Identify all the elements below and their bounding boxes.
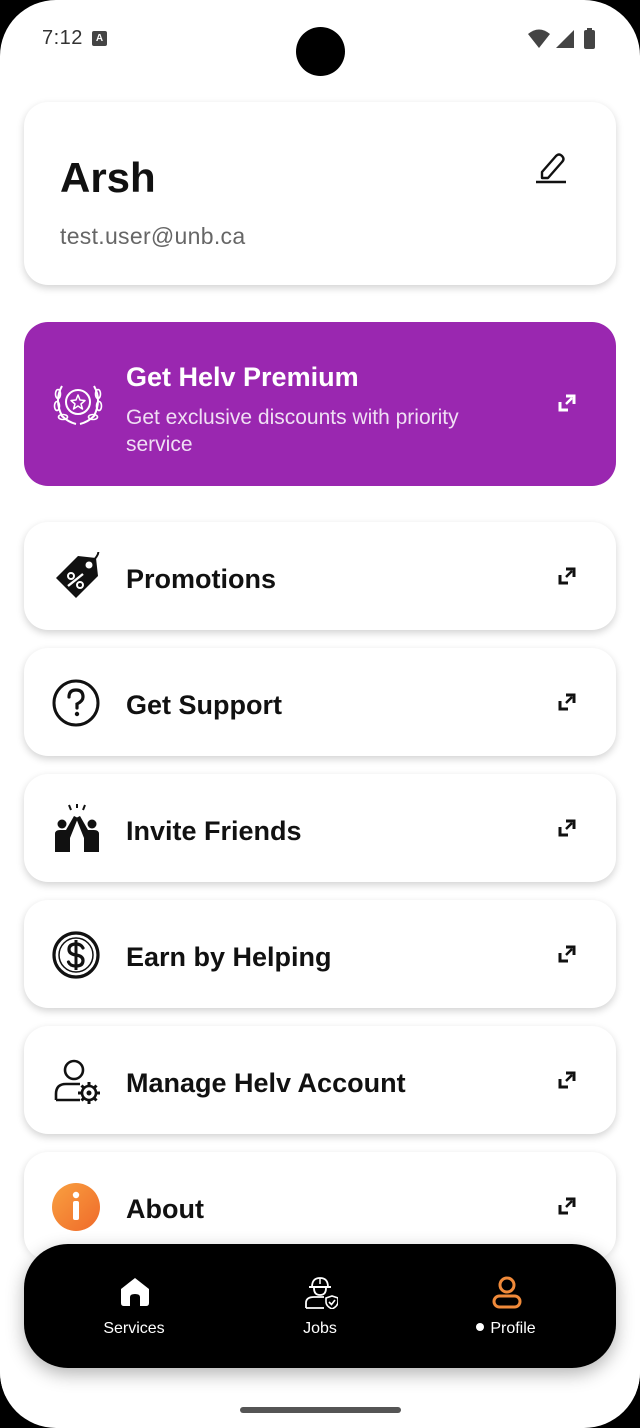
external-link-icon (558, 1197, 576, 1215)
laurel-star-icon (53, 385, 103, 425)
nav-jobs[interactable]: Jobs (222, 1244, 418, 1368)
info-icon (52, 1183, 100, 1231)
worker-icon (305, 1277, 338, 1309)
status-icons (528, 28, 595, 49)
premium-title: Get Helv Premium (126, 362, 359, 392)
nav-label: Jobs (303, 1320, 337, 1337)
menu-row-manage-account[interactable]: Manage Helv Account (24, 1026, 616, 1134)
external-link-icon (558, 693, 576, 711)
high-five-icon (55, 804, 99, 852)
premium-subtitle: Get exclusive discounts with priority se… (126, 406, 459, 456)
home-indicator[interactable] (240, 1407, 401, 1413)
profile-email: test.user@unb.ca (60, 223, 246, 249)
nav-label-active: Profile (408, 1320, 604, 1338)
menu-label: Manage Helv Account (126, 1068, 406, 1098)
menu-row-earn-by-helping[interactable]: Earn by Helping (24, 900, 616, 1008)
premium-card[interactable]: Get Helv Premium Get exclusive discounts… (24, 322, 616, 486)
profile-name: Arsh (60, 154, 156, 201)
menu-row-invite-friends[interactable]: Invite Friends (24, 774, 616, 882)
menu-label: Promotions (126, 564, 277, 594)
external-link-icon (558, 819, 576, 837)
nav-label: Services (103, 1320, 165, 1337)
profile-card: Arsh test.user@unb.ca (24, 102, 616, 285)
person-icon (492, 1276, 522, 1309)
menu-label: Get Support (126, 690, 282, 720)
external-link-icon (558, 394, 576, 412)
external-link-icon (558, 945, 576, 963)
menu-label: Invite Friends (126, 816, 302, 846)
status-bar: 7:12 A (0, 0, 640, 80)
battery-icon (584, 30, 595, 49)
menu-row-get-support[interactable]: Get Support (24, 648, 616, 756)
notification-badge: A (92, 31, 107, 46)
phone-screen: 7:12 A Arsh test.user@unb.ca Get Helv Pr… (0, 0, 640, 1428)
wifi-icon (528, 29, 550, 48)
status-time: 7:12 (42, 27, 83, 49)
nav-profile[interactable]: Profile (408, 1244, 604, 1368)
edit-icon[interactable] (534, 150, 568, 184)
active-indicator-dot (476, 1323, 485, 1331)
menu-label: Earn by Helping (126, 942, 332, 972)
camera-cutout (296, 27, 345, 76)
user-gear-icon (54, 1059, 100, 1104)
promo-tag-icon (56, 552, 100, 598)
menu-label: About (126, 1194, 204, 1224)
bottom-nav: Services Jobs Profile (24, 1244, 616, 1368)
menu-row-promotions[interactable]: Promotions (24, 522, 616, 630)
nav-label-text: Profile (490, 1320, 536, 1337)
external-link-icon (558, 567, 576, 585)
home-icon (121, 1278, 149, 1306)
external-link-icon (558, 1071, 576, 1089)
cell-signal-icon (556, 30, 574, 48)
dollar-circle-icon (52, 931, 100, 979)
nav-services[interactable]: Services (36, 1244, 232, 1368)
question-circle-icon (52, 679, 100, 727)
